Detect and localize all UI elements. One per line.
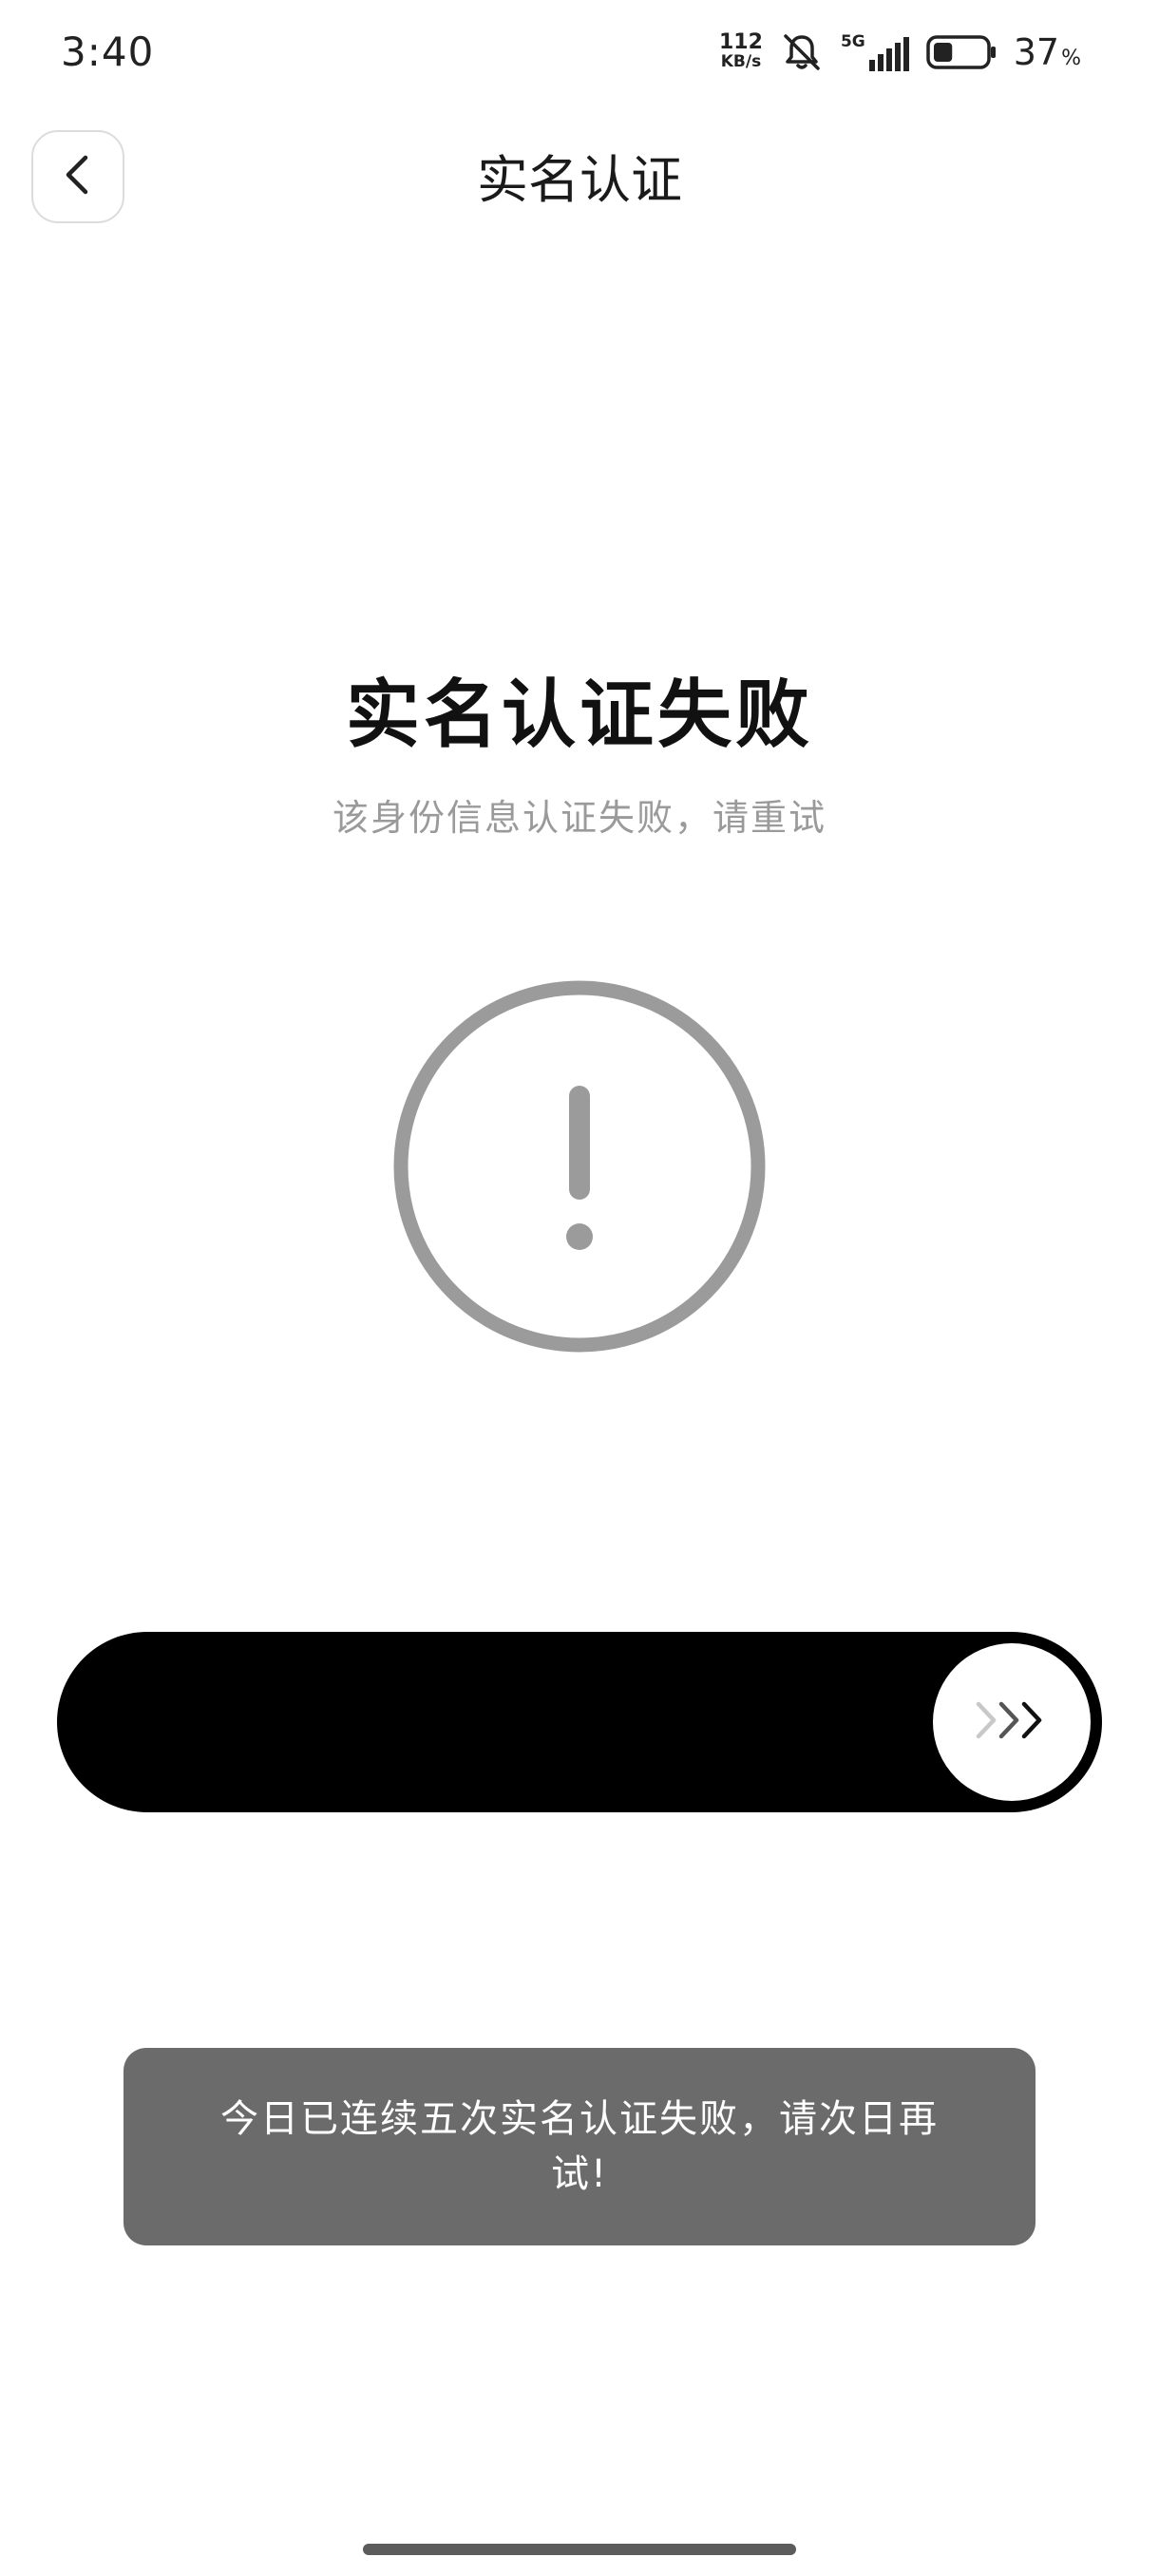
network-speed-value: 112	[719, 30, 763, 54]
result-title: 实名认证失败	[345, 672, 813, 758]
status-time: 3:40	[61, 28, 155, 75]
mute-bell-icon	[780, 30, 824, 74]
toast-message: 今日已连续五次实名认证失败，请次日再试!	[124, 2048, 1036, 2245]
signal-indicator: 5G	[840, 31, 909, 71]
status-icons: 112 KB/s 5G 37 %	[719, 28, 1081, 76]
verify-slider[interactable]	[57, 1632, 1102, 1812]
exclamation-circle-icon	[391, 978, 768, 1354]
page: 3:40 112 KB/s 5G 37 % 实名认证 实名认证失败 该身份信息认…	[0, 0, 1159, 2576]
network-speed: 112 KB/s	[719, 30, 763, 72]
network-speed-unit: KB/s	[720, 52, 762, 71]
triple-chevron-right-icon	[971, 1696, 1053, 1748]
page-title: 实名认证	[477, 150, 682, 210]
network-type: 5G	[840, 31, 865, 51]
battery-percent-value: 37	[1013, 31, 1060, 73]
battery-percent-sign: %	[1061, 47, 1081, 70]
battery-icon	[925, 35, 997, 69]
signal-icon	[867, 36, 909, 71]
battery-percent: 37 %	[1014, 31, 1081, 73]
home-indicator[interactable]	[363, 2544, 796, 2555]
status-bar: 3:40 112 KB/s 5G 37 %	[0, 0, 1159, 104]
result-subtitle: 该身份信息认证失败，请重试	[332, 797, 826, 839]
toast-text: 今日已连续五次实名认证失败，请次日再试!	[220, 2097, 939, 2196]
slider-handle[interactable]	[933, 1643, 1091, 1801]
